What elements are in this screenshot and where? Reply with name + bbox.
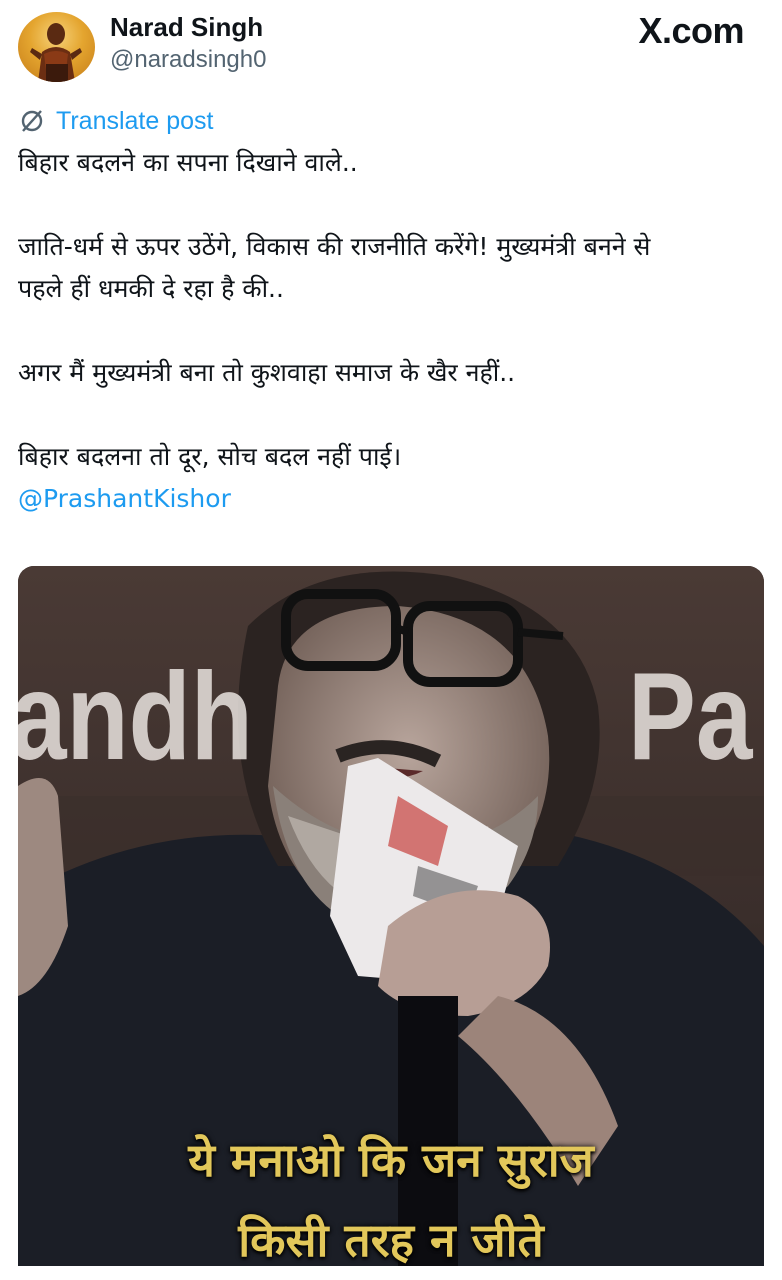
post-header: Narad Singh @naradsingh0 X.com (0, 0, 782, 100)
post-line: बिहार बदलने का सपना दिखाने वाले.. (18, 148, 358, 177)
mention-link[interactable]: @PrashantKishor (18, 484, 231, 513)
video-caption-line: ये मनाओ कि जन सुराज (188, 1133, 594, 1187)
backdrop-text-left: andh (18, 648, 253, 786)
post-line: पहले हीं धमकी दे रहा है की.. (18, 274, 284, 303)
post-line: जाति-धर्म से ऊपर उठेंगे, विकास की राजनीत… (18, 232, 651, 261)
video-caption-line: किसी तरह न जीते (238, 1213, 544, 1266)
avatar[interactable] (18, 12, 95, 82)
brand-logo: X.com (638, 10, 744, 51)
author-name[interactable]: Narad Singh (110, 12, 263, 43)
post-line: अगर मैं मुख्यमंत्री बना तो कुशवाहा समाज … (18, 358, 516, 387)
backdrop-text-right: Pa (628, 648, 753, 786)
author-handle[interactable]: @naradsingh0 (110, 46, 266, 74)
translate-icon (18, 107, 46, 135)
avatar-figure-icon (30, 23, 82, 82)
post-media-video[interactable]: andh Pa ये मनाओ कि जन सुराज किसी तरह न ज… (18, 566, 764, 1266)
post-text: बिहार बदलने का सपना दिखाने वाले.. जाति-ध… (18, 142, 764, 520)
translate-label: Translate post (56, 106, 214, 135)
post-line: बिहार बदलना तो दूर, सोच बदल नहीं पाई। (18, 442, 402, 471)
translate-post-link[interactable]: Translate post (18, 104, 213, 138)
